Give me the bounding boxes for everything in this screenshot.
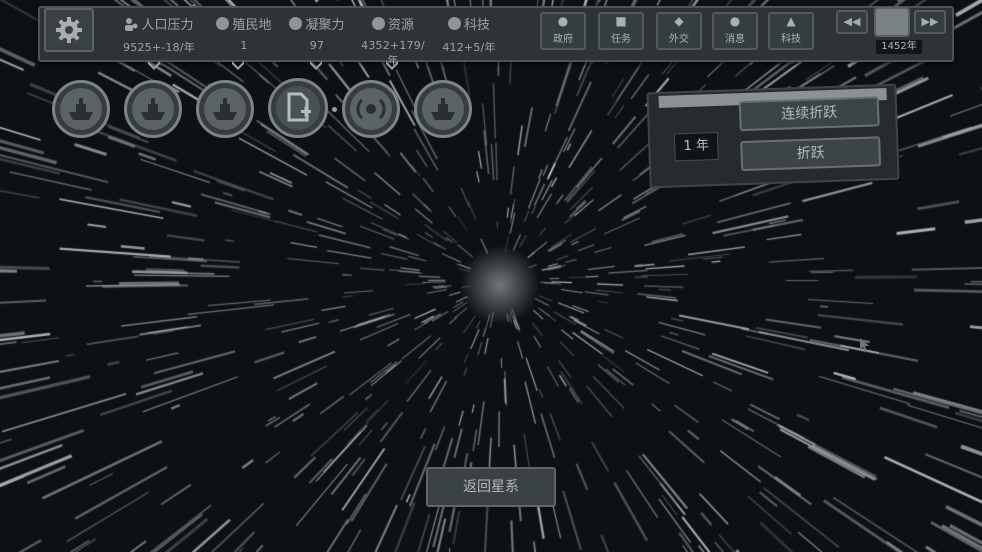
stat-cohesion[interactable]: 凝聚力 97 (284, 14, 350, 52)
return-to-system-button[interactable]: 返回星系 (426, 467, 556, 507)
stat-population[interactable]: 人口压力 9525+-18/年 (116, 14, 202, 55)
government-button[interactable]: ● 政府 (540, 12, 586, 50)
stat-label: 资源 (387, 18, 414, 33)
stat-colonies[interactable]: 殖民地 1 (212, 14, 276, 52)
ship-icon (69, 98, 93, 120)
nav-label: 科技 (781, 34, 801, 45)
rewind-button[interactable]: ◀◀ (836, 10, 868, 34)
ship-slot-3[interactable] (196, 80, 254, 138)
chevron-down-icon (232, 61, 244, 70)
chevron-down-icon (310, 61, 322, 70)
chevron-down-icon (386, 61, 398, 70)
signal-slot[interactable] (342, 80, 400, 138)
separator-dot (332, 107, 337, 112)
stat-value: 1 (240, 39, 248, 52)
message-icon: ● (729, 14, 741, 28)
mission-icon: ■ (615, 14, 627, 28)
diplomacy-button[interactable]: ◆ 外交 (656, 12, 702, 50)
stat-label: 殖民地 (232, 18, 272, 33)
gear-icon (56, 17, 82, 43)
stat-label: 人口压力 (141, 18, 194, 33)
government-icon: ● (557, 14, 569, 28)
warp-button[interactable]: 折跃 (740, 136, 882, 172)
resource-icon (371, 17, 385, 30)
fast-forward-button[interactable]: ▶▶ (914, 10, 946, 34)
ship-icon (141, 98, 165, 120)
mouse-cursor-icon (860, 338, 869, 352)
nav-label: 任务 (611, 34, 631, 45)
nav-label: 外交 (669, 34, 689, 45)
warp-panel: 1 年 连续折跃 折跃 (646, 83, 900, 189)
ship-slot-1[interactable] (52, 80, 110, 138)
signal-icon (356, 98, 386, 120)
population-icon (125, 17, 138, 31)
flask-icon: ▲ (786, 14, 796, 28)
messages-button[interactable]: ● 消息 (712, 12, 758, 50)
mission-button[interactable]: ■ 任务 (598, 12, 644, 50)
ship-slot-4[interactable] (414, 80, 472, 138)
colony-icon (216, 17, 230, 30)
current-year: 1452年 (876, 40, 922, 54)
warp-years-field[interactable]: 1 年 (673, 131, 719, 162)
stat-value: 9525+-18/年 (123, 41, 195, 54)
tech-button[interactable]: ▲ 科技 (768, 12, 814, 50)
nav-label: 政府 (553, 34, 573, 45)
chevron-down-icon (148, 61, 160, 70)
ship-icon (213, 98, 237, 120)
ship-icon (431, 98, 455, 120)
tech-icon (447, 17, 461, 30)
stat-tech[interactable]: 科技 412+5/年 (438, 14, 500, 55)
stat-label: 凝聚力 (305, 18, 345, 33)
stat-value: 412+5/年 (442, 41, 496, 54)
settings-button[interactable] (44, 8, 94, 52)
handshake-icon: ◆ (674, 14, 684, 28)
cohesion-icon (289, 17, 303, 30)
pause-button[interactable] (874, 7, 910, 37)
fast-forward-icon: ▶▶ (921, 15, 939, 28)
stat-value: 97 (309, 39, 325, 52)
add-document-icon (287, 92, 311, 122)
ship-slot-2[interactable] (124, 80, 182, 138)
add-document-button[interactable] (268, 78, 328, 138)
continuous-warp-button[interactable]: 连续折跃 (738, 96, 880, 132)
nav-label: 消息 (725, 34, 745, 45)
stat-label: 科技 (463, 18, 490, 33)
rewind-icon: ◀◀ (843, 15, 861, 28)
